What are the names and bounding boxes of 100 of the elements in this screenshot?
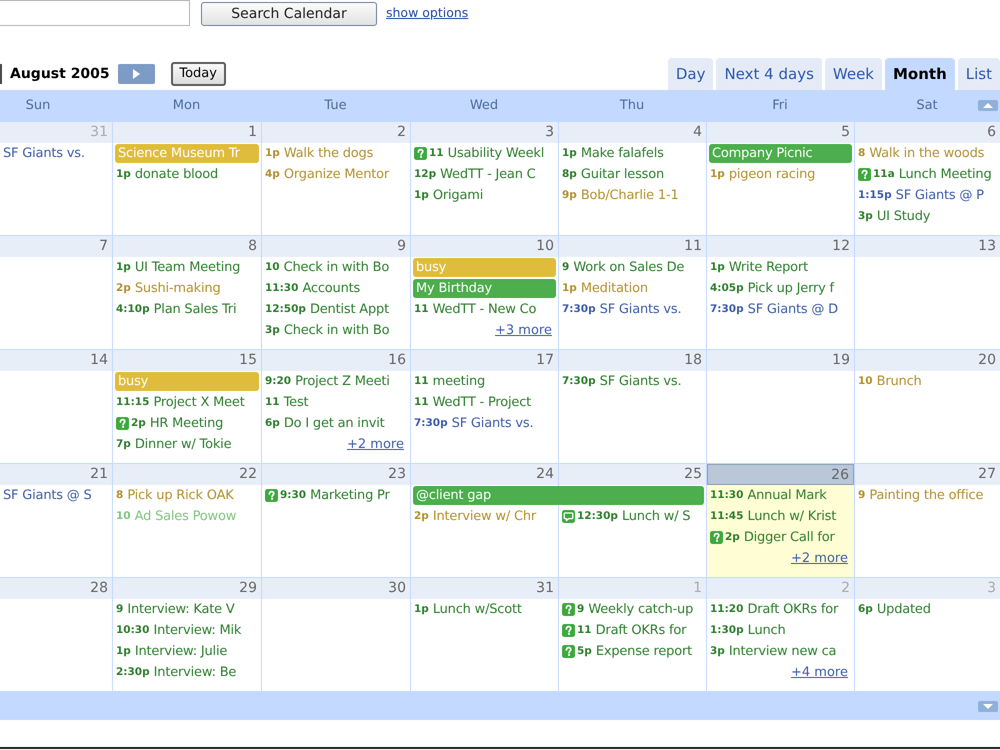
calendar-event[interactable]: 6p Updated (858, 600, 931, 619)
date-header[interactable]: 23 (262, 464, 410, 485)
next-month-button[interactable] (118, 64, 155, 84)
calendar-event[interactable]: 4:05p Pick up Jerry f (710, 279, 834, 298)
calendar-event[interactable]: 2p Sushi-making (116, 279, 220, 298)
date-header[interactable]: 19 (707, 350, 854, 371)
date-header[interactable]: 5 (707, 122, 854, 143)
calendar-event[interactable]: 12:50p Dentist Appt (265, 300, 390, 319)
calendar-event[interactable]: 11a Lunch Meeting (858, 165, 992, 184)
today-button[interactable]: Today (170, 62, 226, 86)
date-header[interactable]: 24 (411, 464, 558, 485)
calendar-event[interactable]: 8p Guitar lesson (562, 165, 664, 184)
calendar-event[interactable]: 10 Check in with Bo (265, 258, 390, 277)
date-header[interactable]: 15 (113, 350, 261, 371)
date-header[interactable]: 4 (559, 122, 706, 143)
calendar-event[interactable]: 2:30p Interview: Be (116, 663, 236, 682)
date-header[interactable]: 26 (707, 464, 854, 485)
calendar-event[interactable]: 11:30 Annual Mark (710, 486, 827, 505)
calendar-event[interactable]: 1p Lunch w/Scott (414, 600, 522, 619)
calendar-event[interactable]: 1p Meditation (562, 279, 648, 298)
date-header[interactable]: 28 (0, 578, 112, 599)
calendar-event[interactable]: 1p Make falafels (562, 144, 664, 163)
date-header[interactable]: 14 (0, 350, 112, 371)
calendar-event[interactable]: 11:15 Project X Meet (116, 393, 245, 412)
date-header[interactable]: 1 (113, 122, 261, 143)
calendar-event[interactable]: 12p WedTT - Jean C (414, 165, 536, 184)
calendar-event[interactable]: 9 Painting the office (858, 486, 984, 505)
date-header[interactable]: 29 (113, 578, 261, 599)
view-tab[interactable]: Week (824, 58, 882, 90)
calendar-event[interactable]: 9:30 Marketing Pr (265, 486, 390, 505)
search-input-field[interactable] (0, 0, 190, 26)
calendar-event[interactable]: 8 Walk in the woods (858, 144, 984, 163)
calendar-event[interactable]: 2p Digger Call for (710, 528, 835, 547)
calendar-event[interactable]: 9 Weekly catch-up (562, 600, 694, 619)
calendar-event[interactable]: 3p Interview new ca (710, 642, 836, 661)
search-calendar-button[interactable]: Search Calendar (201, 2, 377, 26)
calendar-event[interactable]: 11 Draft OKRs for (562, 621, 686, 640)
date-header[interactable]: 22 (113, 464, 261, 485)
calendar-event[interactable]: SF Giants @ S (3, 486, 92, 505)
date-header[interactable]: 8 (113, 236, 261, 257)
date-header[interactable]: 10 (411, 236, 558, 257)
show-options-link[interactable]: show options (386, 4, 468, 22)
date-header[interactable]: 13 (855, 236, 1000, 257)
all-day-event[interactable]: My Birthday (413, 279, 556, 298)
calendar-event[interactable]: 1p Interview: Julie (116, 642, 228, 661)
calendar-event[interactable]: 3p UI Study (858, 207, 930, 226)
date-header[interactable]: 6 (855, 122, 1000, 143)
calendar-event[interactable]: 11:45 Lunch w/ Krist (710, 507, 836, 526)
view-tab[interactable]: Next 4 days (716, 58, 822, 90)
calendar-event[interactable]: 7:30p SF Giants vs. (562, 300, 682, 319)
view-tab[interactable]: List (958, 58, 1000, 90)
calendar-event[interactable]: 1p Origami (414, 186, 484, 205)
calendar-event[interactable]: 11 meeting (414, 372, 486, 391)
date-header[interactable]: 18 (559, 350, 706, 371)
date-header[interactable]: 20 (855, 350, 1000, 371)
date-header[interactable]: 27 (855, 464, 1000, 485)
calendar-event[interactable]: 1p pigeon racing (710, 165, 816, 184)
calendar-event[interactable]: 2p Interview w/ Chr (414, 507, 536, 526)
date-header[interactable]: 11 (559, 236, 706, 257)
calendar-event[interactable]: 9 Work on Sales De (562, 258, 684, 277)
date-header[interactable]: 17 (411, 350, 558, 371)
calendar-event[interactable]: 6p Do I get an invit (265, 414, 385, 433)
calendar-event[interactable]: 1:15p SF Giants @ P (858, 186, 984, 205)
calendar-event[interactable]: 7p Dinner w/ Tokie (116, 435, 232, 454)
all-day-event[interactable]: @client gap (413, 486, 704, 505)
calendar-event[interactable]: 8 Pick up Rick OAK (116, 486, 234, 505)
calendar-event[interactable]: 7:30p SF Giants vs. (562, 372, 682, 391)
today-cell[interactable]: 26 11:30 Annual Mark 11:45 Lunch w/ Krist 2p Digger Call for +2 more (706, 464, 854, 577)
calendar-event[interactable]: 5p Expense report (562, 642, 692, 661)
calendar-event[interactable]: 12:30p Lunch w/ S (562, 507, 690, 526)
calendar-event[interactable]: 1p Walk the dogs (265, 144, 374, 163)
calendar-event[interactable]: 11 WedTT - New Co (414, 300, 536, 319)
date-header[interactable]: 2 (262, 122, 410, 143)
calendar-event[interactable]: 7:30p SF Giants vs. (414, 414, 534, 433)
date-header[interactable]: 7 (0, 236, 112, 257)
calendar-event[interactable]: 7:30p SF Giants @ D (710, 300, 838, 319)
more-events-link[interactable]: +3 more (495, 322, 552, 339)
calendar-event[interactable]: 4:10p Plan Sales Tri (116, 300, 236, 319)
scroll-down-button[interactable] (978, 700, 998, 712)
calendar-event[interactable]: 11 WedTT - Project (414, 393, 532, 412)
view-tab[interactable]: Day (668, 58, 714, 90)
calendar-event[interactable]: 11 Test (265, 393, 308, 412)
calendar-event[interactable]: 11 Usability Weekl (414, 144, 544, 163)
calendar-event[interactable]: 9:20 Project Z Meeti (265, 372, 390, 391)
calendar-event[interactable]: 1p UI Team Meeting (116, 258, 240, 277)
date-header[interactable]: 12 (707, 236, 854, 257)
calendar-event[interactable]: 11:30 Accounts (265, 279, 360, 298)
calendar-event[interactable]: 10:30 Interview: Mik (116, 621, 242, 640)
calendar-event[interactable]: 9p Bob/Charlie 1-1 (562, 186, 679, 205)
calendar-event[interactable]: 1p Write Report (710, 258, 808, 277)
calendar-event[interactable]: 4p Organize Mentor (265, 165, 390, 184)
date-header[interactable]: 25 (559, 464, 706, 485)
calendar-event[interactable]: 2p HR Meeting (116, 414, 224, 433)
calendar-event[interactable]: 3p Check in with Bo (265, 321, 390, 340)
scroll-up-button[interactable] (978, 100, 998, 111)
view-tab[interactable]: Month (885, 58, 955, 90)
date-header[interactable]: 3 (411, 122, 558, 143)
calendar-event[interactable]: SF Giants vs. (3, 144, 85, 163)
date-header[interactable]: 16 (262, 350, 410, 371)
calendar-event[interactable]: 1:30p Lunch (710, 621, 786, 640)
